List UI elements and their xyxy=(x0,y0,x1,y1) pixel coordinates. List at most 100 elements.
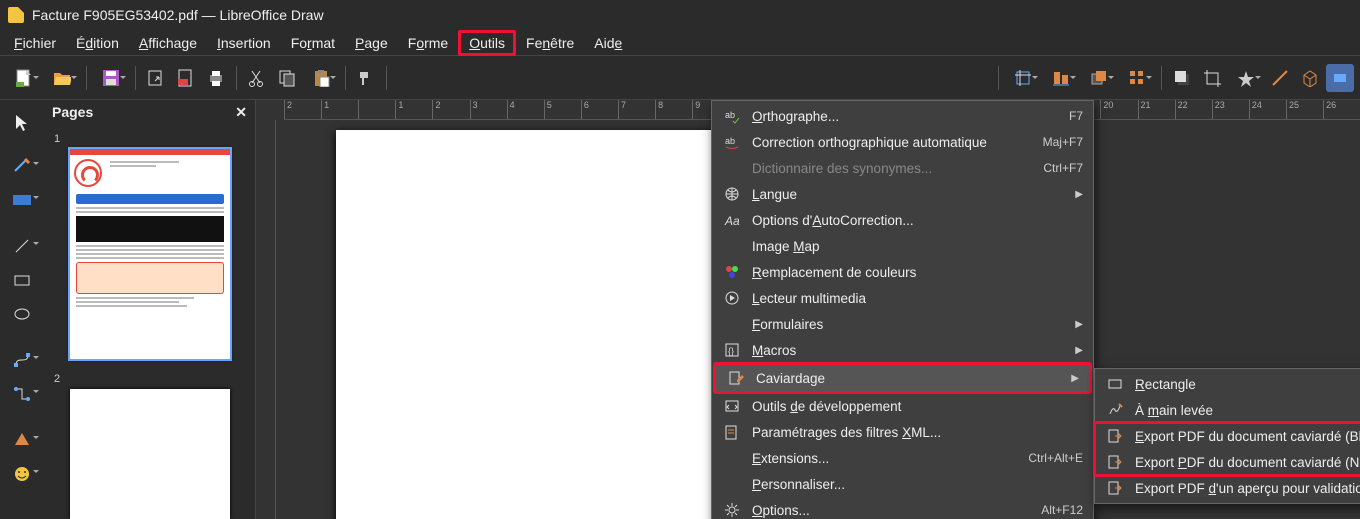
export-pdf-button[interactable] xyxy=(172,64,200,92)
menu-item[interactable]: {}Macros▶ xyxy=(712,337,1093,363)
menu-insertion[interactable]: Insertion xyxy=(207,32,281,54)
menu-édition[interactable]: Édition xyxy=(66,32,129,54)
menu-item-label: Paramétrages des filtres XML... xyxy=(752,425,1083,440)
copy-button[interactable] xyxy=(273,64,301,92)
arrange-button[interactable] xyxy=(1081,64,1117,92)
curve-tool[interactable] xyxy=(2,344,42,376)
clone-format-button[interactable] xyxy=(352,64,380,92)
rectangle-tool[interactable] xyxy=(6,264,38,296)
media-icon xyxy=(722,289,742,307)
menu-item[interactable]: Remplacement de couleurs xyxy=(712,259,1093,285)
macro-icon: {} xyxy=(722,341,742,359)
pages-panel-title: Pages xyxy=(52,104,93,121)
menu-format[interactable]: Format xyxy=(281,32,345,54)
open-button[interactable] xyxy=(44,64,80,92)
document-icon xyxy=(8,7,24,23)
filter-button[interactable] xyxy=(1228,64,1264,92)
menu-item[interactable]: Personnaliser... xyxy=(712,471,1093,497)
caviardage-submenu: RectangleÀ main levéeExport PDF du docum… xyxy=(1094,368,1360,504)
page-thumb-1[interactable]: 1 xyxy=(50,131,249,359)
redaction-tool-button[interactable] xyxy=(1326,64,1354,92)
outils-menu: abOrthographe...F7abCorrection orthograp… xyxy=(711,100,1094,519)
line-tool[interactable] xyxy=(2,230,42,262)
palette-icon xyxy=(722,263,742,281)
canvas-area[interactable]: 2112345678910111213141516171819202122232… xyxy=(256,100,1360,519)
menu-item[interactable]: AaOptions d'AutoCorrection... xyxy=(712,207,1093,233)
submenu-item[interactable]: Export PDF du document caviardé (Blanc) xyxy=(1095,423,1360,449)
menu-item[interactable]: Image Map xyxy=(712,233,1093,259)
menu-item[interactable]: Formulaires▶ xyxy=(712,311,1093,337)
align-button[interactable] xyxy=(1043,64,1079,92)
connector-tool[interactable] xyxy=(2,378,42,410)
menu-item-label: Extensions... xyxy=(752,451,1020,466)
dev-icon xyxy=(722,397,742,415)
shadow-button[interactable] xyxy=(1168,64,1196,92)
submenu-arrow-icon: ▶ xyxy=(1075,319,1083,330)
blank-icon xyxy=(722,449,742,467)
pointer-tool[interactable] xyxy=(6,106,38,138)
globe-icon xyxy=(722,185,742,203)
close-icon[interactable]: ✕ xyxy=(235,104,247,121)
fill-color-tool[interactable] xyxy=(2,184,42,216)
menu-affichage[interactable]: Affichage xyxy=(129,32,207,54)
menu-outils[interactable]: Outils xyxy=(458,30,516,56)
menu-fenêtre[interactable]: Fenêtre xyxy=(516,32,584,54)
left-toolbar xyxy=(0,100,44,519)
menu-item[interactable]: Outils de développement xyxy=(712,393,1093,419)
menu-item-label: Options d'AutoCorrection... xyxy=(752,213,1083,228)
line-color-tool[interactable] xyxy=(2,150,42,182)
blank-icon xyxy=(722,237,742,255)
menu-item-label: Correction orthographique automatique xyxy=(752,135,1035,150)
menu-item[interactable]: Extensions... Ctrl+Alt+E xyxy=(712,445,1093,471)
submenu-item[interactable]: Export PDF d'un aperçu pour validation xyxy=(1095,475,1360,501)
menu-item[interactable]: Lecteur multimedia xyxy=(712,285,1093,311)
menu-item[interactable]: Caviardage▶ xyxy=(716,365,1089,391)
menu-forme[interactable]: Forme xyxy=(398,32,458,54)
line-button[interactable] xyxy=(1266,64,1294,92)
ab-check-icon: ab xyxy=(722,107,742,125)
paste-button[interactable] xyxy=(303,64,339,92)
shortcut: F7 xyxy=(1069,109,1083,123)
export-button[interactable] xyxy=(142,64,170,92)
menu-item-label: Dictionnaire des synonymes... xyxy=(752,161,1035,176)
menu-fichier[interactable]: Fichier xyxy=(4,32,66,54)
save-button[interactable] xyxy=(93,64,129,92)
crop-image-button[interactable] xyxy=(1198,64,1226,92)
menu-item[interactable]: Paramétrages des filtres XML... xyxy=(712,419,1093,445)
freehand-icon xyxy=(1105,401,1125,419)
submenu-arrow-icon: ▶ xyxy=(1071,373,1079,384)
shortcut: Alt+F12 xyxy=(1041,503,1083,517)
window-title: Facture F905EG53402.pdf — LibreOffice Dr… xyxy=(32,7,324,23)
svg-text:ab: ab xyxy=(725,136,735,146)
ab-red-icon: ab xyxy=(722,133,742,151)
menu-item[interactable]: abOrthographe...F7 xyxy=(712,103,1093,129)
crop-button[interactable] xyxy=(1005,64,1041,92)
ruler-vertical xyxy=(256,120,276,519)
new-doc-button[interactable] xyxy=(6,64,42,92)
menu-item[interactable]: Langue▶ xyxy=(712,181,1093,207)
cut-button[interactable] xyxy=(243,64,271,92)
distribute-button[interactable] xyxy=(1119,64,1155,92)
menubar: FichierÉditionAffichageInsertionFormatPa… xyxy=(0,30,1360,56)
shortcut: Ctrl+Alt+E xyxy=(1028,451,1083,465)
svg-text:ab: ab xyxy=(725,110,735,120)
menu-aide[interactable]: Aide xyxy=(584,32,632,54)
basic-shapes-tool[interactable] xyxy=(2,424,42,456)
extrusion-button[interactable] xyxy=(1296,64,1324,92)
submenu-item[interactable]: Export PDF du document caviardé (Noir) xyxy=(1095,449,1360,475)
blank-icon xyxy=(722,315,742,333)
print-button[interactable] xyxy=(202,64,230,92)
ellipse-tool[interactable] xyxy=(6,298,38,330)
menu-item: Dictionnaire des synonymes...Ctrl+F7 xyxy=(712,155,1093,181)
menu-page[interactable]: Page xyxy=(345,32,398,54)
menu-item-label: Personnaliser... xyxy=(752,477,1083,492)
blank-icon xyxy=(722,159,742,177)
menu-item-label: Remplacement de couleurs xyxy=(752,265,1083,280)
symbol-shapes-tool[interactable] xyxy=(2,458,42,490)
page-thumb-2[interactable]: 2 xyxy=(50,371,249,519)
menu-item-label: Lecteur multimedia xyxy=(752,291,1083,306)
menu-item[interactable]: Options...Alt+F12 xyxy=(712,497,1093,519)
submenu-item[interactable]: À main levée xyxy=(1095,397,1360,423)
submenu-item[interactable]: Rectangle xyxy=(1095,371,1360,397)
menu-item[interactable]: abCorrection orthographique automatiqueM… xyxy=(712,129,1093,155)
